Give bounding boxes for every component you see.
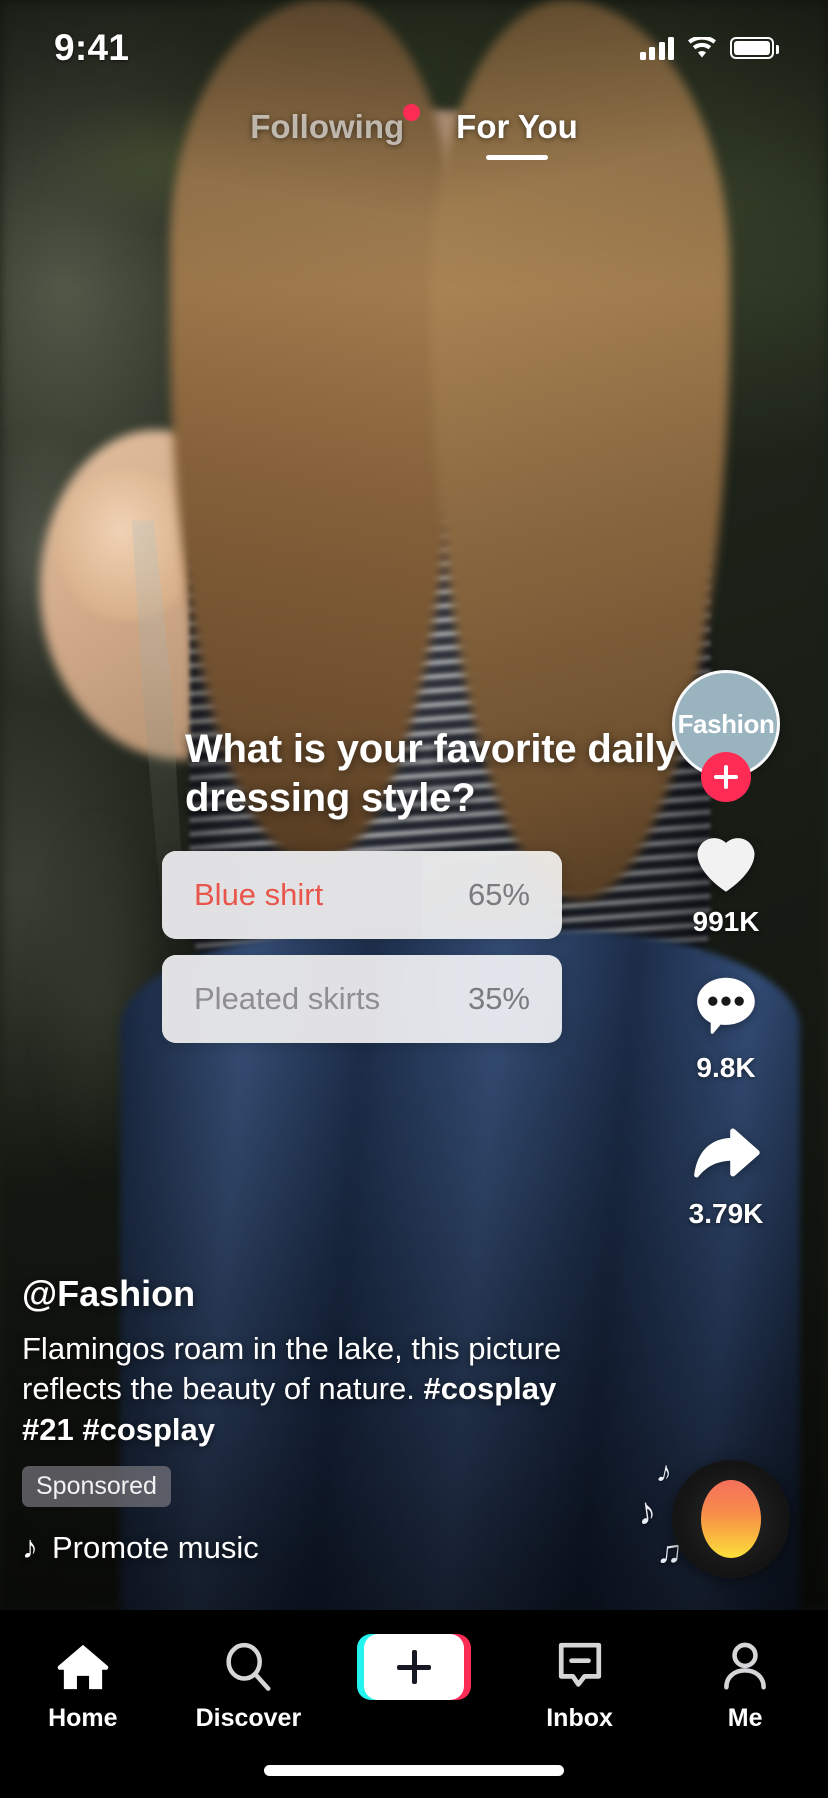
nav-item-inbox[interactable]: Inbox	[505, 1636, 655, 1733]
tab-for-you-label: For You	[456, 108, 578, 145]
sponsored-badge: Sponsored	[22, 1466, 171, 1507]
tab-active-underline	[485, 155, 548, 160]
music-note-icon: ♪	[22, 1529, 38, 1565]
like-action[interactable]: 991K	[686, 822, 766, 938]
nav-label-discover: Discover	[195, 1704, 302, 1732]
tab-following[interactable]: Following	[250, 104, 421, 160]
author-username[interactable]: @Fashion	[22, 1273, 562, 1315]
home-icon[interactable]	[55, 1636, 111, 1698]
poll-option-1-percent: 65%	[467, 876, 530, 912]
wifi-icon	[688, 36, 716, 57]
signal-bars-icon	[639, 36, 674, 60]
comment-action[interactable]: 9.8K	[686, 968, 766, 1084]
status-bar-clock: 9:41	[54, 27, 130, 68]
feed-tabs: Following For You	[0, 104, 828, 160]
nav-label-home: Home	[48, 1704, 118, 1732]
nav-item-me[interactable]: Me	[670, 1636, 820, 1733]
music-note-icon: ♪	[634, 1489, 659, 1535]
tab-for-you[interactable]: For You	[456, 108, 578, 160]
heart-icon[interactable]	[686, 822, 766, 898]
share-arrow-icon[interactable]	[686, 1114, 766, 1190]
music-note-icon: ♪	[653, 1454, 676, 1491]
poll-option-2[interactable]: Pleated skirts 35%	[162, 954, 562, 1043]
nav-item-home[interactable]: Home	[8, 1636, 158, 1733]
person-icon[interactable]	[720, 1636, 770, 1698]
music-row[interactable]: ♪ Promote music	[22, 1529, 562, 1566]
poll-option-1-label: Blue shirt	[194, 876, 324, 912]
caption-text: Flamingos roam in the lake, this picture…	[22, 1329, 562, 1450]
status-bar: 9:41	[0, 0, 828, 96]
poll-option-2-label: Pleated skirts	[194, 980, 381, 1016]
follow-button[interactable]	[701, 752, 751, 802]
share-action[interactable]: 3.79K	[686, 1114, 766, 1230]
status-bar-icons	[639, 36, 779, 60]
nav-item-discover[interactable]: Discover	[173, 1636, 323, 1733]
tab-following-label: Following	[250, 108, 405, 145]
nav-item-create[interactable]	[339, 1634, 489, 1704]
avatar-label: Fashion	[677, 708, 775, 739]
music-disc-core	[701, 1480, 761, 1558]
poll-option-2-percent: 35%	[467, 980, 530, 1016]
music-disc-area[interactable]: ♪ ♪ ♫	[628, 1446, 798, 1586]
battery-icon	[730, 37, 779, 59]
music-title: Promote music	[52, 1529, 259, 1565]
tiktok-feed-screen: 9:41 Following For You What is your favo…	[0, 0, 828, 1798]
share-count: 3.79K	[688, 1198, 764, 1229]
comment-count: 9.8K	[696, 1052, 756, 1083]
music-disc-icon[interactable]	[672, 1460, 790, 1578]
action-rail: Fashion 991K 9.8K 3.79K	[656, 670, 796, 1260]
nav-label-inbox: Inbox	[546, 1704, 613, 1732]
inbox-message-icon[interactable]	[554, 1636, 606, 1698]
search-icon[interactable]	[221, 1636, 275, 1698]
comment-bubble-icon[interactable]	[686, 968, 766, 1044]
create-plus-icon[interactable]	[356, 1634, 471, 1700]
poll-option-1[interactable]: Blue shirt 65%	[162, 850, 562, 939]
nav-label-me: Me	[727, 1704, 763, 1732]
home-indicator	[264, 1765, 564, 1776]
plus-icon	[396, 1650, 431, 1684]
avatar-with-follow[interactable]: Fashion	[672, 670, 780, 802]
like-count: 991K	[692, 906, 760, 937]
caption-block: @Fashion Flamingos roam in the lake, thi…	[22, 1273, 562, 1566]
following-badge-dot	[403, 104, 421, 121]
